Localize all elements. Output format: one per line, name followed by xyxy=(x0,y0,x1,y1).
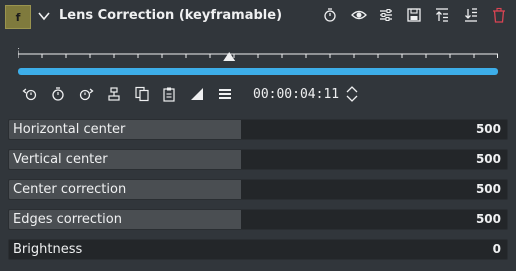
param-slider-horizontal-center[interactable]: Horizontal center 500 xyxy=(8,119,508,140)
next-keyframe-icon[interactable] xyxy=(78,86,94,102)
effect-panel: f Lens Correction (keyframable) 00:00:04… xyxy=(0,0,516,271)
effect-badge[interactable]: f xyxy=(5,5,31,29)
param-slider-center-correction[interactable]: Center correction 500 xyxy=(8,179,508,200)
param-label: Edges correction xyxy=(13,212,122,227)
param-value[interactable]: 500 xyxy=(476,180,501,199)
eye-icon[interactable] xyxy=(351,7,367,23)
param-value[interactable]: 0 xyxy=(493,240,501,259)
keyframe-ruler[interactable] xyxy=(18,48,498,66)
paste-icon[interactable] xyxy=(161,86,177,102)
copy-icon[interactable] xyxy=(134,86,150,102)
param-label: Brightness xyxy=(13,242,83,257)
param-value[interactable]: 500 xyxy=(476,210,501,229)
param-label: Horizontal center xyxy=(13,122,126,137)
move-down-icon[interactable] xyxy=(463,7,479,23)
param-slider-brightness[interactable]: Brightness 0 xyxy=(8,239,508,260)
chevron-up-icon xyxy=(346,86,358,93)
chevron-down-icon[interactable] xyxy=(37,9,51,23)
trash-icon[interactable] xyxy=(491,7,507,23)
param-value[interactable]: 500 xyxy=(476,120,501,139)
playhead[interactable] xyxy=(223,52,236,61)
effect-title: Lens Correction (keyframable) xyxy=(59,8,283,23)
menu-icon[interactable] xyxy=(217,86,233,102)
keyframe-marker[interactable] xyxy=(18,48,22,51)
param-value[interactable]: 500 xyxy=(476,150,501,169)
timecode-spinner[interactable] xyxy=(345,84,359,104)
timeline-progress-bar[interactable] xyxy=(18,68,498,75)
save-icon[interactable] xyxy=(406,7,422,23)
param-label: Center correction xyxy=(13,182,127,197)
previous-keyframe-icon[interactable] xyxy=(22,86,38,102)
align-center-icon[interactable] xyxy=(106,86,122,102)
timecode-field[interactable]: 00:00:04:11 xyxy=(253,86,339,104)
param-slider-vertical-center[interactable]: Vertical center 500 xyxy=(8,149,508,170)
param-slider-edges-correction[interactable]: Edges correction 500 xyxy=(8,209,508,230)
chevron-down-icon xyxy=(346,95,358,102)
interpolation-icon[interactable] xyxy=(189,86,205,102)
param-label: Vertical center xyxy=(13,152,108,167)
move-up-icon[interactable] xyxy=(434,7,450,23)
add-keyframe-icon[interactable] xyxy=(50,86,66,102)
keyframe-timer-icon[interactable] xyxy=(322,7,338,23)
settings-sliders-icon[interactable] xyxy=(378,7,394,23)
